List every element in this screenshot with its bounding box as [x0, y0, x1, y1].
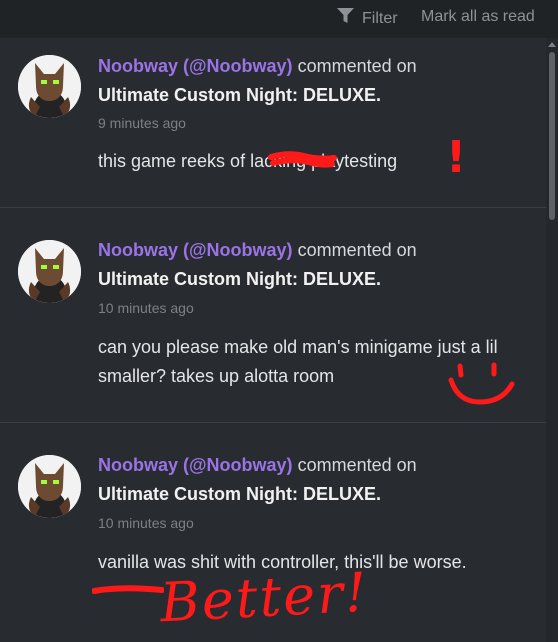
avatar[interactable]	[18, 455, 81, 518]
avatar[interactable]	[18, 240, 81, 303]
username-link[interactable]: Noobway (@Noobway)	[98, 455, 293, 475]
mark-all-read-button[interactable]: Mark all as read	[421, 8, 535, 26]
notification-item[interactable]: Noobway (@Noobway) commented on Ultimate…	[0, 423, 546, 642]
notification-item[interactable]: Noobway (@Noobway) commented on Ultimate…	[0, 38, 546, 208]
username-link[interactable]: Noobway (@Noobway)	[98, 56, 293, 76]
notification-item[interactable]: Noobway (@Noobway) commented on Ultimate…	[0, 208, 546, 423]
action-text: commented on	[297, 455, 417, 475]
comment-text: can you please make old man's minigame j…	[98, 337, 498, 386]
filter-label: Filter	[362, 9, 398, 27]
action-text: commented on	[297, 56, 417, 76]
notifications-toolbar: Filter Mark all as read	[0, 0, 558, 38]
game-title-link[interactable]: Ultimate Custom Night: DELUXE.	[98, 484, 381, 505]
timestamp: 10 minutes ago	[98, 300, 194, 316]
filter-icon	[337, 8, 354, 29]
notifications-panel: Filter Mark all as read Noobway (@Noobwa…	[0, 0, 558, 642]
game-title-link[interactable]: Ultimate Custom Night: DELUXE.	[98, 269, 381, 290]
timestamp: 9 minutes ago	[98, 115, 186, 131]
filter-button[interactable]: Filter	[337, 8, 398, 29]
comment-text: this game reeks of lacking playtesting	[98, 151, 398, 171]
timestamp: 10 minutes ago	[98, 515, 194, 531]
scrollbar[interactable]	[546, 38, 558, 642]
username-link[interactable]: Noobway (@Noobway)	[98, 240, 293, 260]
scroll-up-arrow-icon[interactable]	[548, 42, 556, 47]
comment-text: vanilla was shit with controller, this'l…	[98, 552, 467, 572]
scrollbar-thumb[interactable]	[549, 52, 555, 220]
game-title-link[interactable]: Ultimate Custom Night: DELUXE.	[98, 85, 381, 106]
action-text: commented on	[297, 240, 417, 260]
avatar[interactable]	[18, 55, 81, 118]
